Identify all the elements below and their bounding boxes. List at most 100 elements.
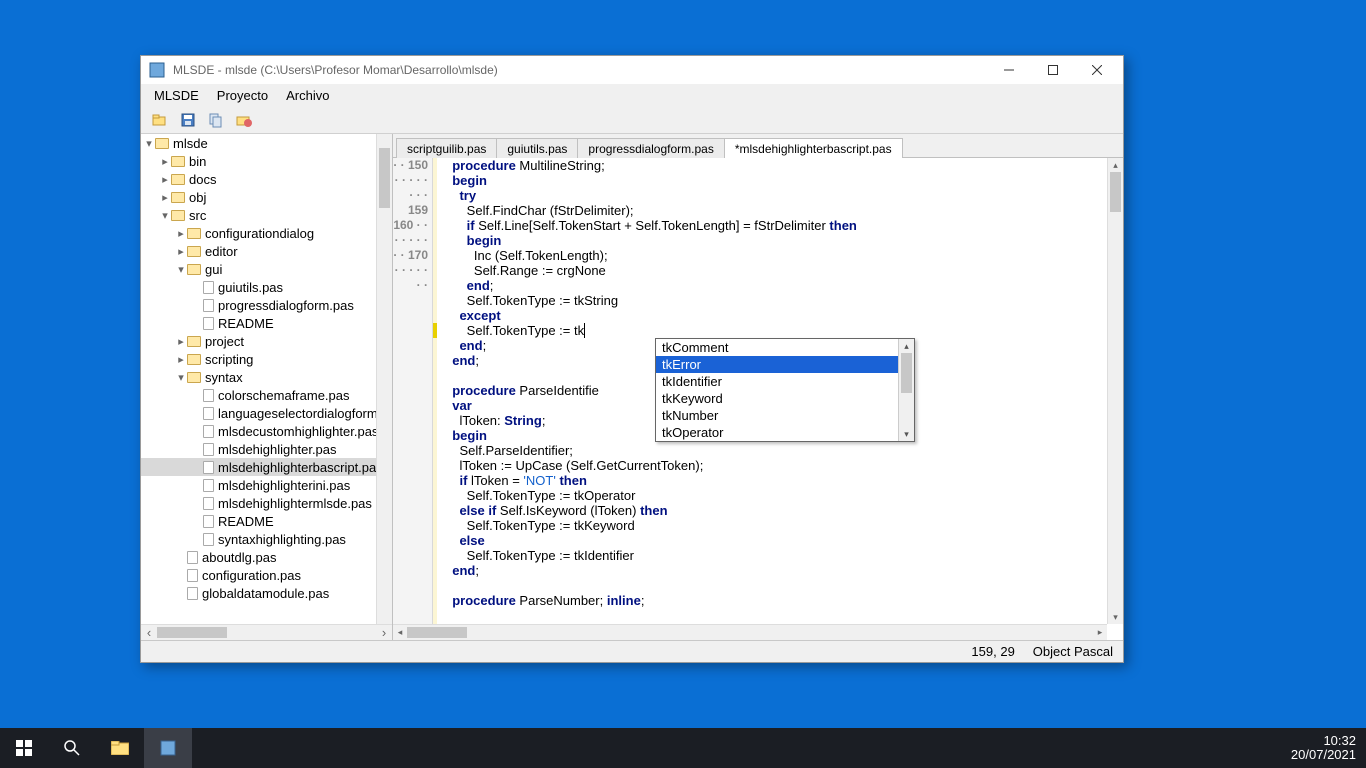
statusbar: 159, 29 Object Pascal <box>141 640 1123 662</box>
autocomplete-item[interactable]: tkOperator <box>656 424 914 441</box>
autocomplete-scroll-thumb[interactable] <box>901 353 912 393</box>
menu-proyecto[interactable]: Proyecto <box>209 86 276 105</box>
folder-icon <box>155 138 169 149</box>
autocomplete-item[interactable]: tkKeyword <box>656 390 914 407</box>
tree-twisty[interactable]: ▸ <box>159 155 171 168</box>
tree-vscroll-thumb[interactable] <box>379 148 390 208</box>
autocomplete-scroll-up[interactable]: ▴ <box>899 339 914 353</box>
tree-file[interactable]: progressdialogform.pas <box>141 296 392 314</box>
system-tray[interactable]: 10:32 20/07/2021 <box>1281 731 1366 765</box>
maximize-button[interactable] <box>1031 56 1075 84</box>
tree-folder[interactable]: ▸editor <box>141 242 392 260</box>
tree-twisty[interactable]: ▸ <box>175 335 187 348</box>
stop-button[interactable] <box>233 109 255 131</box>
tree-twisty[interactable]: ▸ <box>159 173 171 186</box>
toolbar <box>141 106 1123 134</box>
tree-folder[interactable]: ▾src <box>141 206 392 224</box>
menubar: MLSDE Proyecto Archivo <box>141 84 1123 106</box>
editor-vscroll-up[interactable]: ▴ <box>1108 158 1123 172</box>
tree-hscroll-left[interactable]: ‹ <box>141 625 157 641</box>
tree-file[interactable]: README <box>141 512 392 530</box>
tree-file[interactable]: syntaxhighlighting.pas <box>141 530 392 548</box>
app-taskbar-button[interactable] <box>144 728 192 768</box>
tab[interactable]: progressdialogform.pas <box>577 138 724 158</box>
editor-hscroll-left[interactable]: ◂ <box>393 625 407 640</box>
autocomplete-item[interactable]: tkIdentifier <box>656 373 914 390</box>
tree-twisty[interactable]: ▾ <box>159 209 171 222</box>
file-icon <box>203 281 214 294</box>
tree-file[interactable]: languageselectordialogform.p <box>141 404 392 422</box>
close-button[interactable] <box>1075 56 1119 84</box>
tree-file[interactable]: mlsdehighlighter.pas <box>141 440 392 458</box>
copy-button[interactable] <box>205 109 227 131</box>
tree-file[interactable]: guiutils.pas <box>141 278 392 296</box>
window-title: MLSDE - mlsde (C:\Users\Profesor Momar\D… <box>173 63 987 77</box>
tree-twisty[interactable]: ▾ <box>175 371 187 384</box>
open-button[interactable] <box>149 109 171 131</box>
tree-file[interactable]: aboutdlg.pas <box>141 548 392 566</box>
language-mode: Object Pascal <box>1033 644 1113 659</box>
taskbar[interactable]: 10:32 20/07/2021 <box>0 728 1366 768</box>
autocomplete-scrollbar[interactable]: ▴ ▾ <box>898 339 914 441</box>
folder-icon <box>171 156 185 167</box>
tree-folder[interactable]: ▸configurationdialog <box>141 224 392 242</box>
tab[interactable]: *mlsdehighlighterbascript.pas <box>724 138 903 158</box>
menu-mlsde[interactable]: MLSDE <box>146 86 207 105</box>
tree-label: aboutdlg.pas <box>202 550 276 565</box>
menu-archivo[interactable]: Archivo <box>278 86 337 105</box>
editor-vscroll-down[interactable]: ▾ <box>1108 610 1123 624</box>
tab[interactable]: guiutils.pas <box>496 138 578 158</box>
code-editor[interactable]: · · 150 · · · · · · · · 159 160 · · · · … <box>393 158 1123 640</box>
tree-folder[interactable]: ▸project <box>141 332 392 350</box>
tree-folder[interactable]: ▸bin <box>141 152 392 170</box>
editor-hscroll-right[interactable]: ▸ <box>1093 625 1107 640</box>
editor-hscrollbar[interactable]: ◂ ▸ <box>393 624 1107 640</box>
tree-folder[interactable]: ▾gui <box>141 260 392 278</box>
tree-folder[interactable]: ▾syntax <box>141 368 392 386</box>
start-button[interactable] <box>0 728 48 768</box>
tree-folder[interactable]: ▸scripting <box>141 350 392 368</box>
tree-folder[interactable]: ▸ docs <box>141 170 392 188</box>
tab[interactable]: scriptguilib.pas <box>396 138 497 158</box>
explorer-button[interactable] <box>96 728 144 768</box>
tree-folder[interactable]: ▾mlsde <box>141 134 392 152</box>
tree-file[interactable]: README <box>141 314 392 332</box>
tree-twisty[interactable]: ▾ <box>143 137 155 150</box>
save-button[interactable] <box>177 109 199 131</box>
search-button[interactable] <box>48 728 96 768</box>
autocomplete-item[interactable]: tkNumber <box>656 407 914 424</box>
editor-vscrollbar[interactable]: ▴ ▾ <box>1107 158 1123 624</box>
tree-twisty[interactable]: ▾ <box>175 263 187 276</box>
autocomplete-item[interactable]: tkComment <box>656 339 914 356</box>
titlebar[interactable]: MLSDE - mlsde (C:\Users\Profesor Momar\D… <box>141 56 1123 84</box>
tree-file[interactable]: mlsdehighlightermlsde.pas <box>141 494 392 512</box>
tree-file[interactable]: globaldatamodule.pas <box>141 584 392 602</box>
tree-label: README <box>218 514 274 529</box>
tree-twisty[interactable]: ▸ <box>175 245 187 258</box>
project-tree[interactable]: ▾mlsde▸bin▸docs▸obj▾src▸configurationdia… <box>141 134 392 624</box>
tree-folder[interactable]: ▸obj <box>141 188 392 206</box>
file-icon <box>203 407 214 420</box>
tree-label: docs <box>189 172 216 187</box>
tree-file[interactable]: mlsdehighlighterbascript.pas <box>141 458 392 476</box>
tree-twisty[interactable]: ▸ <box>159 191 171 204</box>
autocomplete-item[interactable]: tkError <box>656 356 914 373</box>
tree-label: globaldatamodule.pas <box>202 586 329 601</box>
tree-hscrollbar[interactable]: ‹ › <box>141 624 392 640</box>
tree-label: colorschemaframe.pas <box>218 388 350 403</box>
tree-twisty[interactable]: ▸ <box>175 227 187 240</box>
tree-vscrollbar[interactable] <box>376 134 392 624</box>
tree-file[interactable]: mlsdecustomhighlighter.pas <box>141 422 392 440</box>
editor-vscroll-thumb[interactable] <box>1110 172 1121 212</box>
folder-icon <box>187 264 201 275</box>
tree-file[interactable]: configuration.pas <box>141 566 392 584</box>
tree-file[interactable]: mlsdehighlighterini.pas <box>141 476 392 494</box>
minimize-button[interactable] <box>987 56 1031 84</box>
tree-file[interactable]: colorschemaframe.pas <box>141 386 392 404</box>
autocomplete-popup[interactable]: tkCommenttkErrortkIdentifiertkKeywordtkN… <box>655 338 915 442</box>
tree-hscroll-right[interactable]: › <box>376 625 392 641</box>
tree-hscroll-thumb[interactable] <box>157 627 227 638</box>
editor-hscroll-thumb[interactable] <box>407 627 467 638</box>
autocomplete-scroll-down[interactable]: ▾ <box>899 427 914 441</box>
tree-twisty[interactable]: ▸ <box>175 353 187 366</box>
